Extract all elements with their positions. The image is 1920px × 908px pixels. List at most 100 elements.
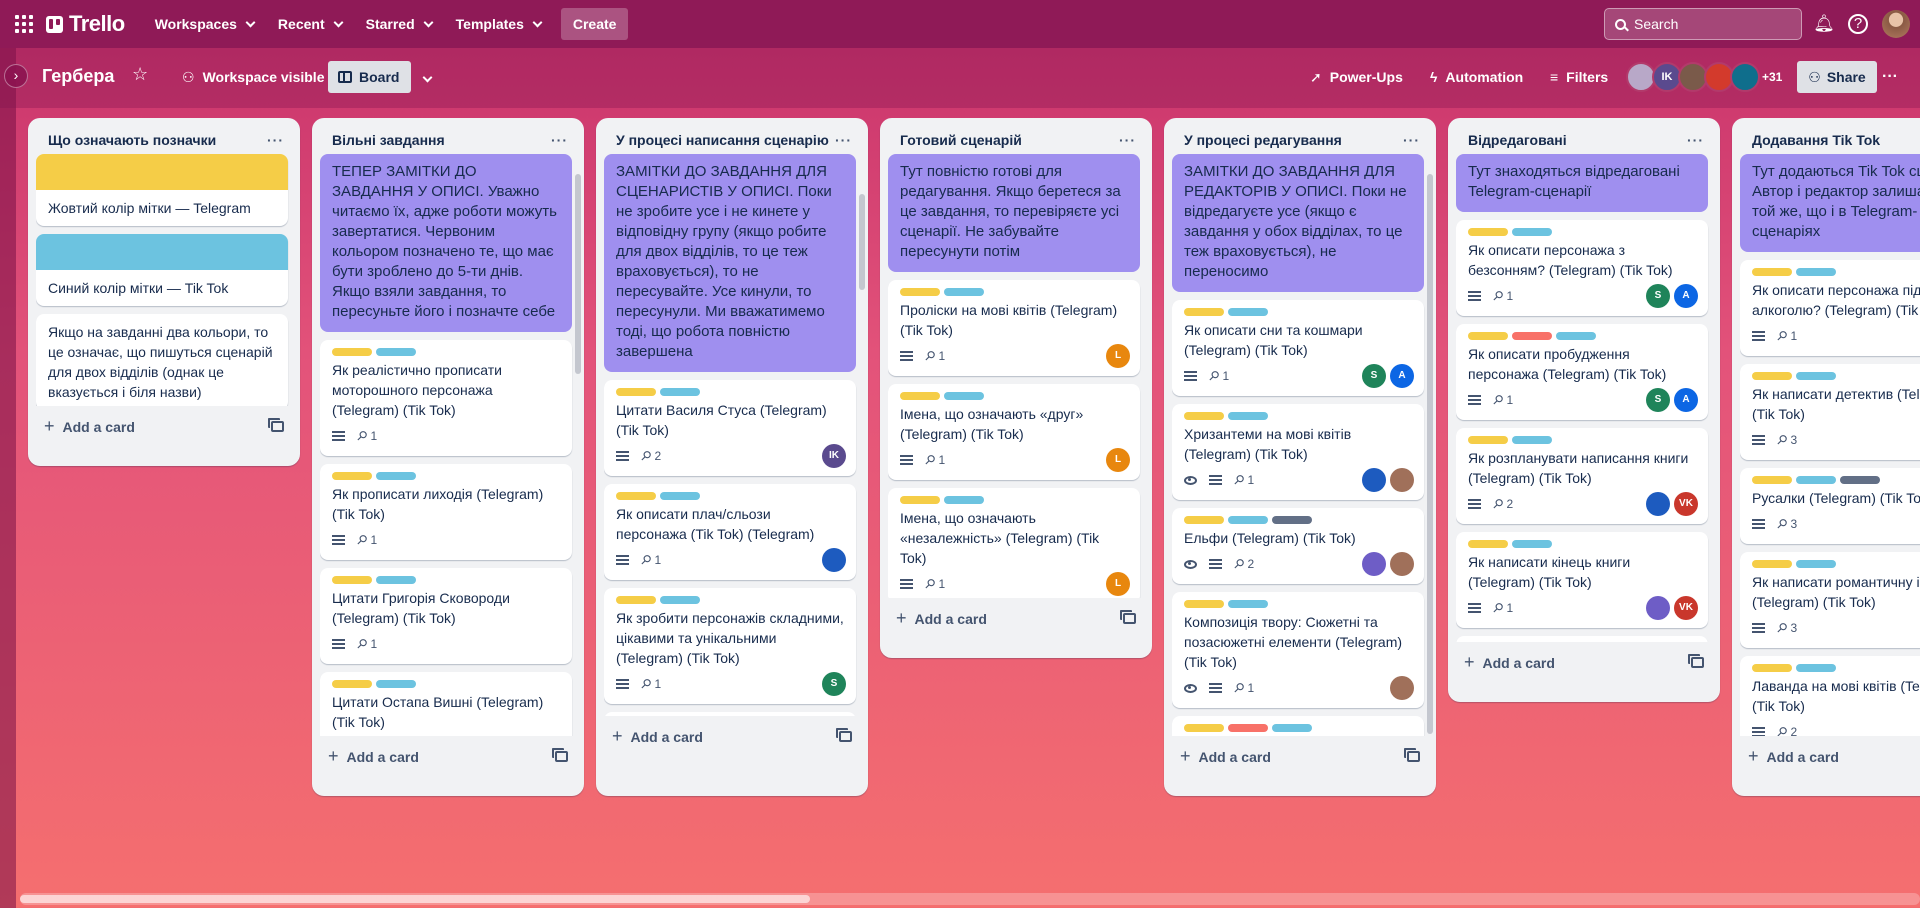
list-column[interactable]: У процесі написання сценарію ··· ЗАМІТКИ Д… <box>596 118 868 796</box>
label[interactable] <box>1512 436 1552 444</box>
avatar[interactable]: A <box>1674 388 1698 412</box>
label[interactable] <box>1228 600 1268 608</box>
note-card[interactable]: ЗАМІТКИ ДО ЗАВДАННЯ ДЛЯ СЦЕНАРИСТІВ У ОП… <box>604 154 856 372</box>
avatar[interactable]: VK <box>1674 492 1698 516</box>
card[interactable]: Як описати персонажа під алкоголю? (Tele… <box>1740 260 1920 356</box>
label[interactable] <box>1752 268 1792 276</box>
add-card-button[interactable]: + Add a card <box>1464 652 1555 673</box>
label[interactable] <box>616 596 656 604</box>
list-header[interactable]: У процесі редагування ··· <box>1172 118 1428 154</box>
list-header[interactable]: Готовий сценарій ··· <box>888 118 1144 154</box>
horizontal-scrollbar[interactable] <box>20 893 1920 905</box>
card[interactable]: Як розпланувати написання книги (Telegra… <box>1456 428 1708 524</box>
list-menu-icon[interactable]: ··· <box>1119 130 1136 150</box>
card-labels[interactable] <box>900 496 1128 504</box>
card[interactable]: Цитати Григорія Сковороди (Telegram) (Ti… <box>320 568 572 664</box>
label[interactable] <box>376 348 416 356</box>
list-header[interactable]: Відредаговані ··· <box>1456 118 1712 154</box>
label[interactable] <box>660 492 700 500</box>
add-card-button[interactable]: + Add a card <box>328 746 419 767</box>
card[interactable]: Як написати роман у жанрі фентезі (Teleg… <box>1456 636 1708 642</box>
avatar[interactable]: L <box>1106 572 1130 596</box>
label[interactable] <box>616 388 656 396</box>
account-avatar[interactable] <box>1882 10 1910 38</box>
list-column[interactable]: У процесі редагування ··· ЗАМІТКИ ДО ЗАВДА… <box>1164 118 1436 796</box>
card[interactable]: Як реалістично прописати моторошного пер… <box>320 340 572 456</box>
board-title[interactable]: Гербера <box>42 66 114 87</box>
note-card[interactable]: Тут повністю готові для редагування. Якщ… <box>888 154 1140 272</box>
avatar[interactable] <box>1390 676 1414 700</box>
label[interactable] <box>1752 372 1792 380</box>
label[interactable] <box>376 472 416 480</box>
list-column[interactable]: Що означають позначки ··· Жовтий колір міт… <box>28 118 300 466</box>
star-icon[interactable]: ☆ <box>132 64 148 85</box>
add-card-button[interactable]: + Add a card <box>612 726 703 747</box>
avatar[interactable]: S <box>1362 364 1386 388</box>
views-dropdown[interactable] <box>422 68 433 84</box>
card-labels[interactable] <box>332 348 560 356</box>
search-input[interactable]: Search <box>1604 8 1802 40</box>
label[interactable] <box>1228 412 1268 420</box>
label[interactable] <box>332 576 372 584</box>
filters-button[interactable]: ≡ Filters <box>1550 61 1608 93</box>
card[interactable]: Імена, що означають «друг» (Telegram) (T… <box>888 384 1140 480</box>
add-card-button[interactable]: + Add a card <box>44 416 135 437</box>
label[interactable] <box>1752 560 1792 568</box>
avatar[interactable]: S <box>822 672 846 696</box>
trello-logo[interactable]: Trello <box>46 11 125 37</box>
label[interactable] <box>1796 664 1836 672</box>
card[interactable]: Цитати Остапа Вишні (Telegram) (Tik Tok)… <box>320 672 572 736</box>
list-header[interactable]: У процесі написання сценарію ··· <box>604 118 860 154</box>
label[interactable] <box>1512 540 1552 548</box>
label[interactable] <box>660 388 700 396</box>
avatar[interactable] <box>1390 468 1414 492</box>
list-scrollbar[interactable] <box>1427 174 1433 734</box>
card-labels[interactable] <box>616 492 844 500</box>
label[interactable] <box>1512 332 1552 340</box>
list-title[interactable]: У процесі редагування <box>1184 130 1342 150</box>
list-column[interactable]: Вільні завдання ··· ТЕПЕР ЗАМІТКИ ДО ЗАВДА… <box>312 118 584 796</box>
avatar[interactable]: L <box>1106 448 1130 472</box>
label[interactable] <box>1796 268 1836 276</box>
list-column[interactable]: Відредаговані ··· Тут знаходяться відредаг… <box>1448 118 1720 702</box>
scrollbar-thumb[interactable] <box>20 895 810 903</box>
label[interactable] <box>1228 516 1268 524</box>
card[interactable]: Як прописати лиходія (Telegram) (Tik Tok… <box>320 464 572 560</box>
list-title[interactable]: Готовий сценарій <box>900 130 1022 150</box>
expand-sidebar-icon[interactable]: › <box>4 64 28 88</box>
nav-workspaces[interactable]: Workspaces <box>143 8 266 40</box>
visibility-button[interactable]: ⚇ Workspace visible <box>172 61 334 93</box>
avatar[interactable] <box>1730 62 1760 92</box>
card[interactable]: Хризантеми на мові квітів (Telegram) (Ti… <box>1172 404 1424 500</box>
list-header[interactable]: Додавання Tik Tok··· <box>1740 118 1920 154</box>
avatar[interactable] <box>1362 552 1386 576</box>
label[interactable] <box>1184 516 1224 524</box>
add-card-button[interactable]: + Add a card <box>1180 746 1271 767</box>
label[interactable] <box>1840 476 1880 484</box>
card[interactable]: Як написати романтичну історію (Telegram… <box>1740 552 1920 648</box>
list-column[interactable]: Готовий сценарій ··· Тут повністю готові д… <box>880 118 1152 658</box>
label[interactable] <box>1228 724 1268 732</box>
card-labels[interactable] <box>1468 332 1696 340</box>
automation-button[interactable]: ϟ Automation <box>1430 61 1523 93</box>
create-from-template-icon[interactable] <box>268 417 284 432</box>
list-menu-icon[interactable]: ··· <box>835 130 852 150</box>
card-labels[interactable] <box>1184 308 1412 316</box>
card[interactable]: Як написати кінець книги (Telegram) (Tik… <box>1456 532 1708 628</box>
card[interactable]: Якщо на завданні два кольори, то це озна… <box>36 314 288 406</box>
label[interactable] <box>1796 372 1836 380</box>
create-from-template-icon[interactable] <box>836 727 852 742</box>
label[interactable] <box>944 392 984 400</box>
card[interactable]: Імена, що означають «незалежність» (Tele… <box>888 488 1140 598</box>
label[interactable] <box>1796 560 1836 568</box>
share-button[interactable]: ⚇ Share <box>1797 61 1877 93</box>
notifications-icon[interactable]: 🔔︎ <box>1812 12 1836 36</box>
label[interactable] <box>1184 308 1224 316</box>
card[interactable]: Цитати Василя Стуса (Telegram) (Tik Tok)… <box>604 380 856 476</box>
list-title[interactable]: Відредаговані <box>1468 130 1567 150</box>
label[interactable] <box>1272 724 1312 732</box>
label[interactable] <box>1468 436 1508 444</box>
list-title[interactable]: Додавання Tik Tok <box>1752 130 1880 150</box>
add-card-button[interactable]: + Add a card <box>1748 746 1839 767</box>
create-from-template-icon[interactable] <box>552 747 568 762</box>
